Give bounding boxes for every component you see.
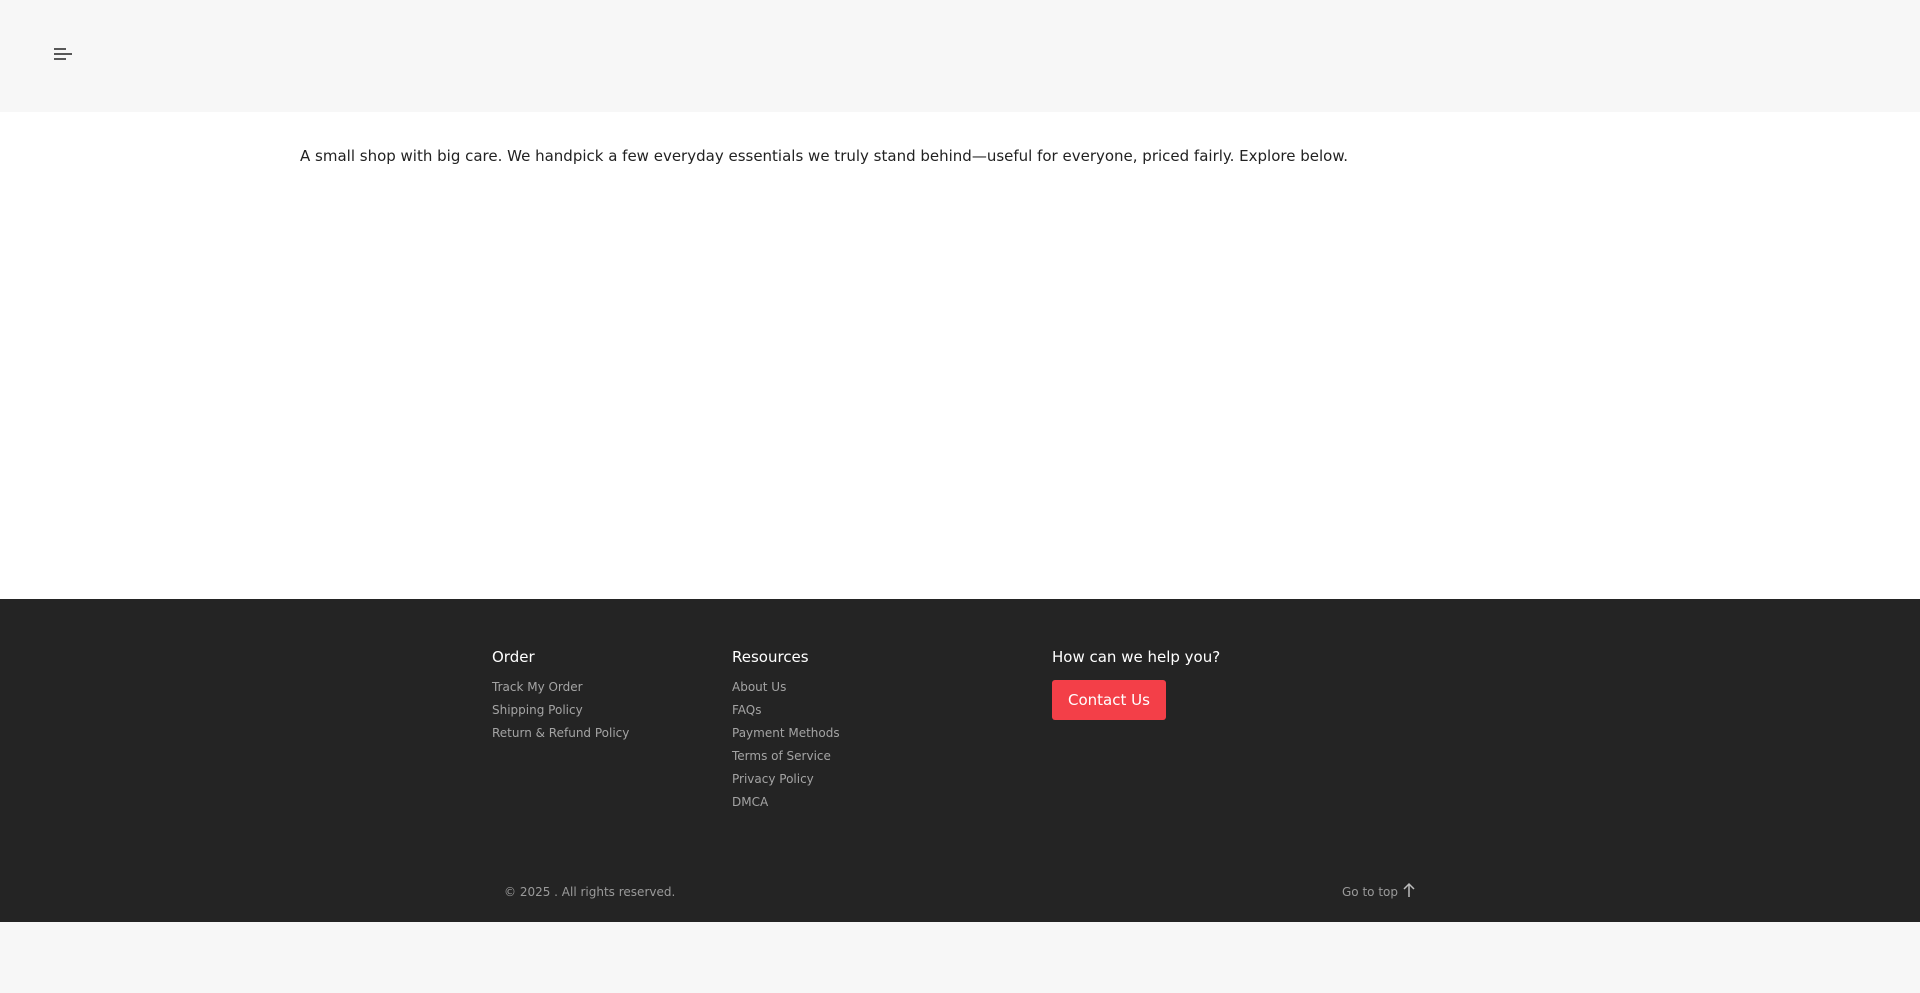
footer-order-heading: Order <box>492 648 535 666</box>
footer-link-shipping-policy[interactable]: Shipping Policy <box>492 703 629 718</box>
bottom-band <box>0 922 1920 993</box>
contact-us-button[interactable]: Contact Us <box>1052 680 1166 720</box>
footer-link-return-refund-policy[interactable]: Return & Refund Policy <box>492 726 629 741</box>
footer-link-dmca[interactable]: DMCA <box>732 795 840 810</box>
copyright-text: © 2025 . All rights reserved. <box>504 885 676 899</box>
footer-link-payment-methods[interactable]: Payment Methods <box>732 726 840 741</box>
footer-order-column: Order Track My Order Shipping Policy Ret… <box>492 646 629 749</box>
go-to-top-link[interactable]: Go to top <box>1342 880 1415 899</box>
site-footer: Order Track My Order Shipping Policy Ret… <box>0 599 1920 922</box>
arrow-up-icon <box>1403 882 1415 897</box>
footer-link-privacy-policy[interactable]: Privacy Policy <box>732 772 840 787</box>
go-to-top-label: Go to top <box>1342 885 1398 899</box>
hamburger-menu-icon <box>54 48 72 60</box>
footer-link-track-my-order[interactable]: Track My Order <box>492 680 629 695</box>
footer-resources-links: About Us FAQs Payment Methods Terms of S… <box>732 680 840 810</box>
intro-text: A small shop with big care. We handpick … <box>300 147 1348 165</box>
footer-link-faqs[interactable]: FAQs <box>732 703 840 718</box>
footer-resources-column: Resources About Us FAQs Payment Methods … <box>732 646 840 818</box>
footer-link-about-us[interactable]: About Us <box>732 680 840 695</box>
footer-order-links: Track My Order Shipping Policy Return & … <box>492 680 629 741</box>
footer-link-terms-of-service[interactable]: Terms of Service <box>732 749 840 764</box>
footer-resources-heading: Resources <box>732 648 809 666</box>
menu-button[interactable] <box>52 46 74 64</box>
main-content: A small shop with big care. We handpick … <box>0 112 1920 599</box>
site-header <box>0 0 1920 112</box>
footer-help-heading: How can we help you? <box>1052 648 1221 666</box>
page: A small shop with big care. We handpick … <box>0 0 1920 993</box>
footer-help-column: How can we help you? Contact Us <box>1052 646 1220 720</box>
